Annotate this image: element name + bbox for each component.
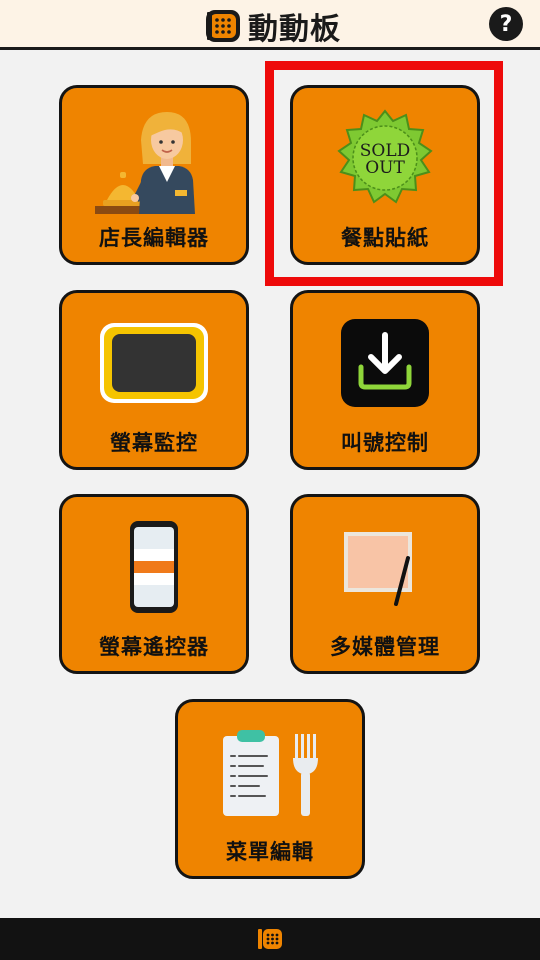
media-canvas-icon [344,532,412,606]
tile-media-management[interactable]: 多媒體管理 [290,494,480,674]
sticker-text-out: OUT [365,158,405,178]
tile-meal-sticker[interactable]: SOLD OUT 餐點貼紙 [290,85,480,265]
tile-label: 螢幕監控 [110,431,198,455]
tile-label: 菜單編輯 [226,840,314,864]
header-bar: 動動板 ? [0,0,540,50]
dotmatrix-board-logo-icon [206,10,240,42]
tile-label: 叫號控制 [341,431,429,455]
tile-label: 餐點貼紙 [341,226,429,250]
tile-label: 多媒體管理 [330,635,440,659]
screen-monitor-icon [100,323,208,403]
download-tray-icon [341,319,429,407]
help-icon: ? [499,11,513,37]
app-brand: 動動板 [204,6,341,47]
bottom-bar [0,918,540,960]
shopkeeper-bell-icon [95,112,195,214]
tile-label: 螢幕遙控器 [99,635,209,659]
phone-remote-icon [130,521,178,613]
dotmatrix-board-logo-icon [258,929,282,949]
tile-label: 店長編輯器 [99,226,209,250]
menu-clipboard-fork-icon [223,730,318,816]
sold-out-sticker-icon: SOLD OUT [337,109,433,204]
app-root: 動動板 ? 店長編輯器 SOLD OUT 餐點貼紙 螢幕監控 叫號控制 螢幕遙控… [0,0,540,960]
tile-number-call-control[interactable]: 叫號控制 [290,290,480,470]
help-button[interactable]: ? [489,7,523,41]
tile-shopkeeper-editor[interactable]: 店長編輯器 [59,85,249,265]
tile-menu-editor[interactable]: 菜單編輯 [175,699,365,879]
tile-screen-monitor[interactable]: 螢幕監控 [59,290,249,470]
tile-screen-remote[interactable]: 螢幕遙控器 [59,494,249,674]
app-title: 動動板 [248,12,341,47]
